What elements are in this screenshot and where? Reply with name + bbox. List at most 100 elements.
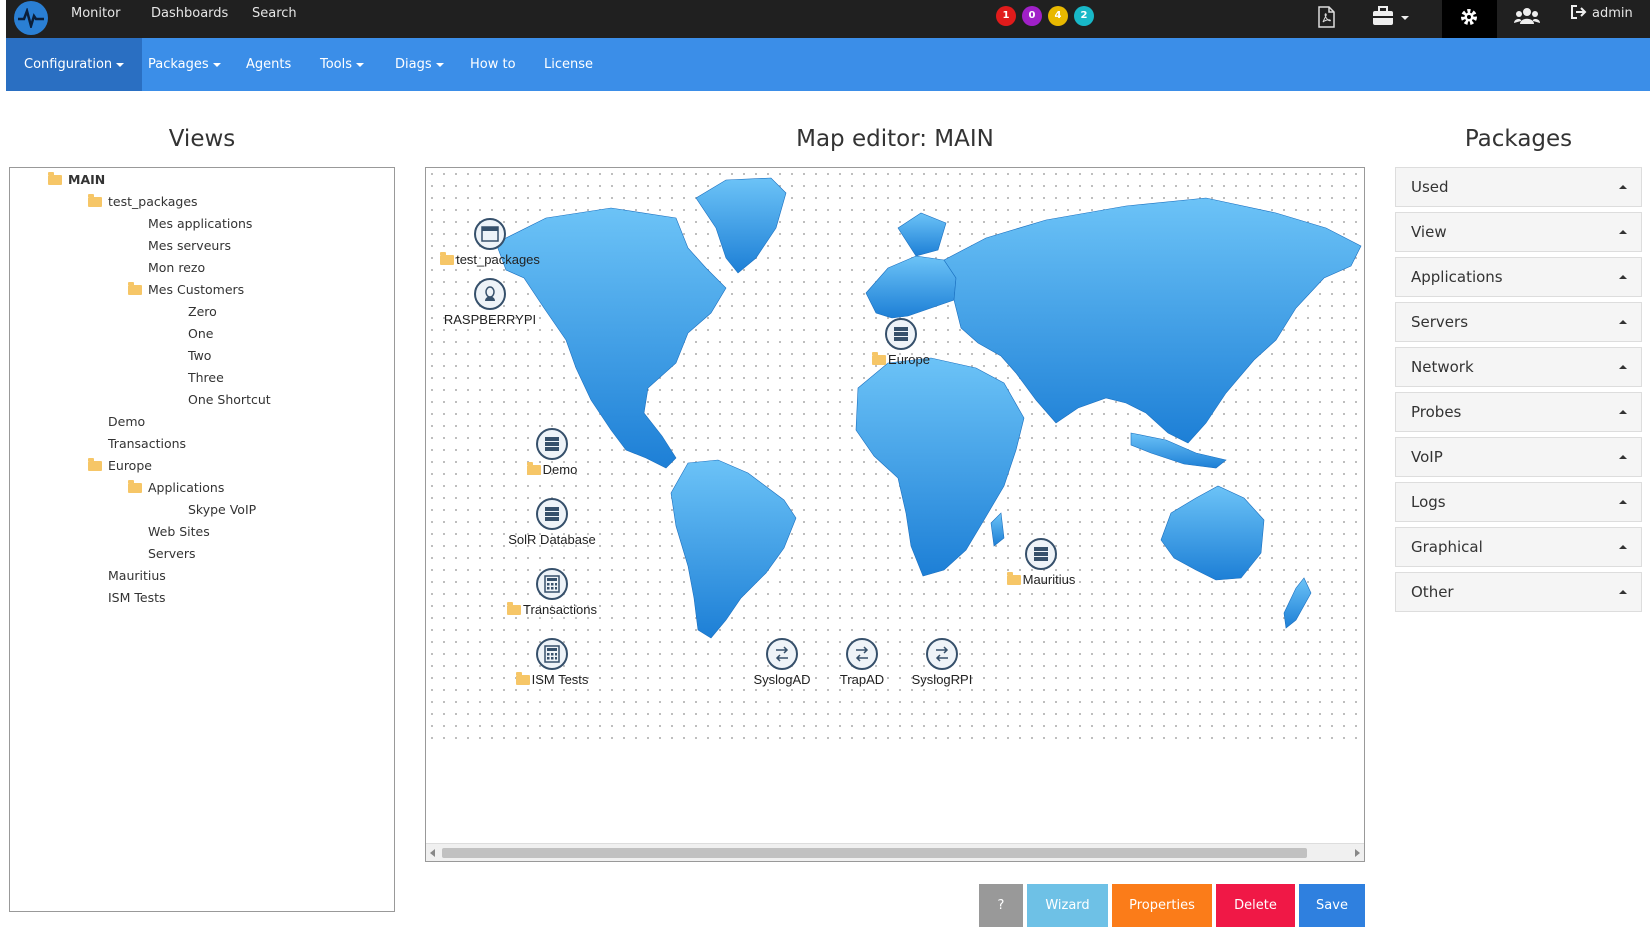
caret-down-icon	[435, 62, 444, 67]
map-node-raspberrypi[interactable]: RASPBERRYPI	[430, 278, 550, 327]
users-button[interactable]	[1502, 0, 1552, 38]
caret-up-icon	[1619, 185, 1627, 189]
tree-node[interactable]: Mes Customers	[128, 281, 244, 299]
subnav-license[interactable]: License	[526, 38, 611, 91]
map-node-label: RASPBERRYPI	[443, 312, 537, 327]
gear-icon	[1461, 9, 1477, 25]
package-network[interactable]: Network	[1395, 347, 1642, 387]
folder-icon	[440, 252, 455, 265]
map-editor-canvas[interactable]: test_packages RASPBERRYPI Europe Demo So…	[425, 167, 1365, 862]
tree-node[interactable]: One Shortcut	[188, 391, 271, 409]
map-node-europe[interactable]: Europe	[851, 318, 951, 367]
package-view[interactable]: View	[1395, 212, 1642, 252]
subnav-tools[interactable]: Tools	[302, 38, 382, 91]
map-node-mauritius[interactable]: Mauritius	[991, 538, 1091, 587]
map-node-syslogrpi[interactable]: SyslogRPI	[892, 638, 992, 687]
package-logs[interactable]: Logs	[1395, 482, 1642, 522]
topnav-monitor[interactable]: Monitor	[71, 0, 120, 38]
briefcase-button[interactable]	[1371, 0, 1431, 38]
tree-node[interactable]: ISM Tests	[108, 589, 166, 607]
subnav-label: Agents	[246, 57, 292, 72]
tree-node[interactable]: Web Sites	[148, 523, 210, 541]
app-logo[interactable]	[14, 1, 48, 35]
server-icon	[1025, 538, 1057, 570]
delete-button[interactable]: Delete	[1216, 884, 1295, 927]
tree-node[interactable]: One	[188, 325, 213, 343]
caret-up-icon	[1619, 320, 1627, 324]
package-servers[interactable]: Servers	[1395, 302, 1642, 342]
topnav-dashboards[interactable]: Dashboards	[151, 0, 228, 38]
folder-icon	[515, 672, 530, 685]
tree-node[interactable]: Zero	[188, 303, 217, 321]
package-probes[interactable]: Probes	[1395, 392, 1642, 432]
tree-node[interactable]: Transactions	[108, 435, 186, 453]
subnav-label: Tools	[320, 57, 353, 72]
package-applications[interactable]: Applications	[1395, 257, 1642, 297]
map-node-demo[interactable]: Demo	[502, 428, 602, 477]
info-badge[interactable]: 2	[1074, 6, 1094, 26]
scroll-right-icon[interactable]	[1355, 849, 1360, 857]
map-node-label: Demo	[502, 462, 602, 477]
map-node-label: SyslogRPI	[911, 672, 973, 687]
user-menu[interactable]: admin	[1570, 0, 1633, 38]
tree-node[interactable]: Two	[188, 347, 211, 365]
tree-node[interactable]: Europe	[88, 457, 152, 475]
map-node-test-packages[interactable]: test_packages	[430, 218, 550, 267]
tree-node[interactable]: Mauritius	[108, 567, 166, 585]
properties-button[interactable]: Properties	[1112, 884, 1212, 927]
package-other[interactable]: Other	[1395, 572, 1642, 612]
briefcase-icon	[1373, 6, 1409, 25]
subnav-diags[interactable]: Diags	[377, 38, 462, 91]
caret-down-icon	[212, 62, 221, 67]
wizard-button[interactable]: Wizard	[1027, 884, 1108, 927]
caret-down-icon	[356, 62, 365, 67]
tree-node[interactable]: MAIN	[48, 171, 105, 189]
folder-icon	[88, 194, 102, 207]
tree-node[interactable]: Applications	[128, 479, 224, 497]
tree-node[interactable]: Mes serveurs	[148, 237, 231, 255]
horizontal-scrollbar[interactable]	[426, 843, 1364, 861]
config-navbar: Configuration Packages Agents Tools Diag…	[6, 38, 1650, 91]
scroll-left-icon[interactable]	[430, 849, 435, 857]
map-node-solr-database[interactable]: SolR Database	[492, 498, 612, 547]
settings-button[interactable]	[1442, 0, 1497, 38]
pdf-button[interactable]	[1316, 0, 1366, 38]
tree-node[interactable]: Mon rezo	[148, 259, 205, 277]
logout-icon	[1571, 5, 1587, 19]
tree-node[interactable]: Three	[188, 369, 224, 387]
folder-icon	[526, 462, 541, 475]
tree-node[interactable]: Skype VoIP	[188, 501, 256, 519]
map-node-ism-tests[interactable]: ISM Tests	[492, 638, 612, 687]
tree-node[interactable]: Mes applications	[148, 215, 252, 233]
topnav-search[interactable]: Search	[252, 0, 297, 38]
warning-badge[interactable]: 4	[1048, 6, 1068, 26]
purple-badge[interactable]: 0	[1022, 6, 1042, 26]
calculator-icon	[536, 638, 568, 670]
subnav-label: Configuration	[24, 57, 113, 72]
subnav-label: Packages	[148, 57, 209, 72]
save-button[interactable]: Save	[1299, 884, 1365, 927]
caret-up-icon	[1619, 230, 1627, 234]
subnav-configuration[interactable]: Configuration	[6, 38, 143, 91]
packages-title: Packages	[1464, 126, 1573, 152]
tree-node[interactable]: Servers	[148, 545, 196, 563]
package-graphical[interactable]: Graphical	[1395, 527, 1642, 567]
network-icon	[766, 638, 798, 670]
subnav-howto[interactable]: How to	[452, 38, 534, 91]
help-button[interactable]: ?	[979, 884, 1023, 927]
map-node-label: Transactions	[492, 602, 612, 617]
tree-node[interactable]: Demo	[108, 413, 145, 431]
linux-icon	[474, 278, 506, 310]
critical-badge[interactable]: 1	[996, 6, 1016, 26]
subnav-agents[interactable]: Agents	[228, 38, 309, 91]
folder-icon	[88, 458, 102, 471]
caret-up-icon	[1619, 590, 1627, 594]
folder-icon	[507, 602, 522, 615]
package-used[interactable]: Used	[1395, 167, 1642, 207]
package-voip[interactable]: VoIP	[1395, 437, 1642, 477]
packages-accordion: Used View Applications Servers Network P…	[1395, 167, 1642, 617]
scroll-thumb[interactable]	[442, 848, 1307, 858]
tree-node[interactable]: test_packages	[88, 193, 198, 211]
subnav-packages[interactable]: Packages	[130, 38, 239, 91]
map-node-transactions[interactable]: Transactions	[492, 568, 612, 617]
